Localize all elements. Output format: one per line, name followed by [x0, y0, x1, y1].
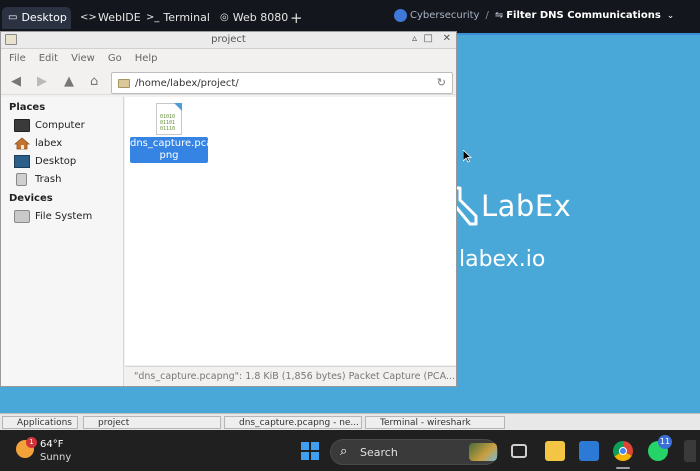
- file-explorer-icon[interactable]: [545, 441, 565, 461]
- minimize-icon[interactable]: ▵: [412, 33, 417, 44]
- menu-go[interactable]: Go: [108, 53, 122, 64]
- microsoft-store-icon[interactable]: [579, 441, 599, 461]
- folder-icon: [118, 78, 130, 88]
- panel-task-project[interactable]: project: [83, 416, 221, 429]
- tab-desktop-label: Desktop: [21, 11, 67, 24]
- sidebar-item-trash[interactable]: Trash: [1, 170, 123, 188]
- sidebar-item-label: labex: [35, 137, 63, 149]
- sidebar-item-label: Desktop: [35, 155, 77, 167]
- panel-task-wireshark-file[interactable]: dns_capture.pcapng - ne...: [224, 416, 362, 429]
- terminal-icon: >_: [146, 12, 160, 23]
- tab-desktop[interactable]: ▭ Desktop: [2, 7, 71, 29]
- sidebar-item-desktop[interactable]: Desktop: [1, 152, 123, 170]
- chevron-down-icon[interactable]: ⌄: [667, 11, 675, 21]
- file-thumb-bits: 01010 01101 01110: [160, 114, 175, 132]
- window-titlebar[interactable]: project ▵ □ ✕: [1, 32, 456, 49]
- maximize-icon[interactable]: □: [424, 33, 433, 44]
- globe-icon: ◎: [220, 12, 229, 23]
- weather-badge: 1: [26, 437, 37, 448]
- task-view-icon[interactable]: [511, 444, 527, 458]
- file-thumb-bits-line: 01110: [160, 126, 176, 132]
- whatsapp-badge: 11: [658, 435, 672, 449]
- mouse-cursor-icon: [463, 150, 472, 163]
- file-name-line-2: png: [159, 150, 179, 161]
- chrome-active-indicator: [616, 467, 630, 469]
- chrome-icon[interactable]: [613, 441, 633, 461]
- sidebar-item-file-system[interactable]: File System: [1, 207, 123, 225]
- window-title: project: [211, 34, 246, 45]
- filter-icon: ⇋: [494, 10, 504, 21]
- sidebar-devices-heading: Devices: [9, 193, 53, 204]
- trash-icon: [16, 172, 27, 186]
- lxde-panel: Applications project dns_capture.pcapng …: [0, 413, 700, 430]
- menu-edit[interactable]: Edit: [39, 53, 58, 64]
- search-placeholder: Search: [360, 446, 398, 459]
- tab-web-8080-label: Web 8080: [232, 11, 289, 24]
- weather-condition[interactable]: Sunny: [40, 452, 71, 463]
- location-path[interactable]: /home/labex/project/: [135, 78, 239, 89]
- windows-start-icon[interactable]: [301, 442, 319, 460]
- lab-breadcrumb: Cybersecurity / ⇋ Filter DNS Communicati…: [394, 9, 674, 22]
- tab-terminal-label: Terminal: [163, 11, 210, 24]
- menu-view[interactable]: View: [71, 53, 95, 64]
- sidebar-places-heading: Places: [9, 102, 46, 113]
- up-arrow-icon[interactable]: ▲: [64, 74, 74, 89]
- back-arrow-icon[interactable]: ◀: [11, 74, 21, 89]
- home-folder-icon: [14, 136, 30, 149]
- navigation-toolbar: ◀ ▶ ▲ ⌂ /home/labex/project/ ↻: [1, 68, 456, 95]
- taskbar-search-box[interactable]: ⌕ Search: [330, 439, 498, 465]
- close-icon[interactable]: ✕: [443, 33, 451, 44]
- tab-web-8080[interactable]: ◎ Web 8080: [214, 7, 289, 29]
- menu-bar: File Edit View Go Help: [1, 49, 456, 68]
- whatsapp-icon[interactable]: 11: [648, 435, 672, 461]
- home-icon[interactable]: ⌂: [90, 74, 98, 89]
- add-tab-button[interactable]: +: [290, 8, 303, 28]
- sidebar-item-computer[interactable]: Computer: [1, 116, 123, 134]
- file-view[interactable]: 01010 01101 01110 dns_capture.pca png: [125, 97, 456, 365]
- status-bar: "dns_capture.pcapng": 1.8 KiB (1,856 byt…: [125, 366, 456, 386]
- computer-icon: [14, 118, 30, 132]
- breadcrumb-lab[interactable]: Filter DNS Communications: [506, 10, 661, 21]
- file-name-line-1: dns_capture.pca: [130, 138, 213, 149]
- breadcrumb-separator: /: [485, 10, 489, 21]
- course-globe-icon: [394, 9, 407, 22]
- workspace-tab-bar: ▭ Desktop <> WebIDE >_ Terminal ◎ Web 80…: [0, 0, 700, 33]
- sidebar-item-label: File System: [35, 210, 93, 222]
- weather-temperature[interactable]: 64°F: [40, 439, 63, 450]
- code-icon: <>: [80, 12, 97, 23]
- menu-file[interactable]: File: [9, 53, 26, 64]
- tab-webide-label: WebIDE: [98, 11, 141, 24]
- weather-sun-icon[interactable]: 1: [16, 437, 37, 458]
- drive-icon: [14, 209, 30, 223]
- sidebar-item-label: Computer: [35, 119, 85, 131]
- tab-webide[interactable]: <> WebIDE: [74, 7, 141, 29]
- windows-taskbar: 1 64°F Sunny ⌕ Search 11: [0, 430, 700, 471]
- pcap-file-icon: 01010 01101 01110: [156, 103, 182, 135]
- sidebar-item-label: Trash: [35, 173, 62, 185]
- breadcrumb-course[interactable]: Cybersecurity: [410, 10, 479, 21]
- forward-arrow-icon[interactable]: ▶: [37, 74, 47, 89]
- system-tray-icon[interactable]: [684, 440, 696, 462]
- file-name-label[interactable]: dns_capture.pca png: [130, 137, 213, 163]
- chrome-center: [619, 447, 627, 455]
- file-manager-window: project ▵ □ ✕ File Edit View Go Help ◀ ▶…: [0, 31, 457, 387]
- monitor-icon: ▭: [8, 12, 18, 23]
- location-bar[interactable]: /home/labex/project/ ↻: [111, 72, 453, 94]
- panel-task-terminal[interactable]: Terminal - wireshark: [365, 416, 505, 429]
- search-highlight-image: [469, 443, 497, 461]
- search-icon: ⌕: [340, 444, 348, 459]
- reload-icon[interactable]: ↻: [437, 76, 446, 89]
- labex-url-text: labex.io: [459, 247, 546, 272]
- desktop-icon: [14, 154, 30, 168]
- sidebar-item-labex[interactable]: labex: [1, 134, 123, 152]
- sidebar: Places Computer labex Desktop Trash Devi…: [1, 97, 124, 386]
- panel-applications[interactable]: Applications: [2, 416, 78, 429]
- file-corner: [174, 103, 182, 111]
- menu-help[interactable]: Help: [135, 53, 158, 64]
- tab-terminal[interactable]: >_ Terminal: [140, 7, 210, 29]
- labex-brand-text: LabEx: [481, 189, 572, 223]
